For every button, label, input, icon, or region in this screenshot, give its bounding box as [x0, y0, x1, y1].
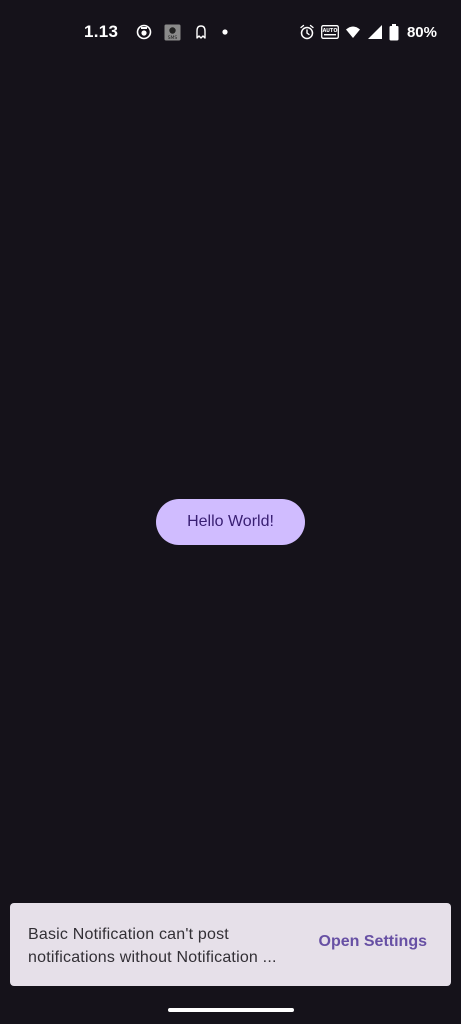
snackbar-message-line-1: Basic Notification can't post [28, 926, 229, 943]
gesture-navigation-handle[interactable] [168, 1008, 294, 1012]
status-left-group: 1.13 SMS [84, 18, 229, 46]
ghost-icon [193, 24, 209, 40]
app-screen: 1.13 SMS AUTO 80% Hello World! Basic Not… [0, 0, 461, 1024]
status-bar: 1.13 SMS AUTO 80% [0, 18, 461, 46]
snackbar-message-line-2: notifications without Notification ... [28, 949, 277, 966]
auto-badge-text: AUTO [323, 28, 338, 34]
open-settings-button[interactable]: Open Settings [319, 933, 427, 951]
snackbar-message: Basic Notification can't post notificati… [28, 923, 303, 969]
auto-brightness-icon: AUTO [321, 24, 339, 40]
signal-icon [367, 24, 383, 40]
battery-percentage: 80% [406, 23, 437, 41]
battery-icon [389, 23, 399, 41]
hello-world-button[interactable]: Hello World! [156, 499, 305, 545]
status-right-group: AUTO 80% [299, 18, 437, 46]
dot-icon [221, 28, 229, 36]
alarm-icon [299, 24, 315, 40]
wifi-icon [345, 24, 361, 40]
bubble-icon [136, 24, 152, 40]
notification-permission-snackbar: Basic Notification can't post notificati… [10, 903, 451, 986]
sms-badge-text: SMS [168, 35, 178, 41]
status-time: 1.13 [84, 22, 119, 41]
sms-icon: SMS [164, 24, 181, 41]
